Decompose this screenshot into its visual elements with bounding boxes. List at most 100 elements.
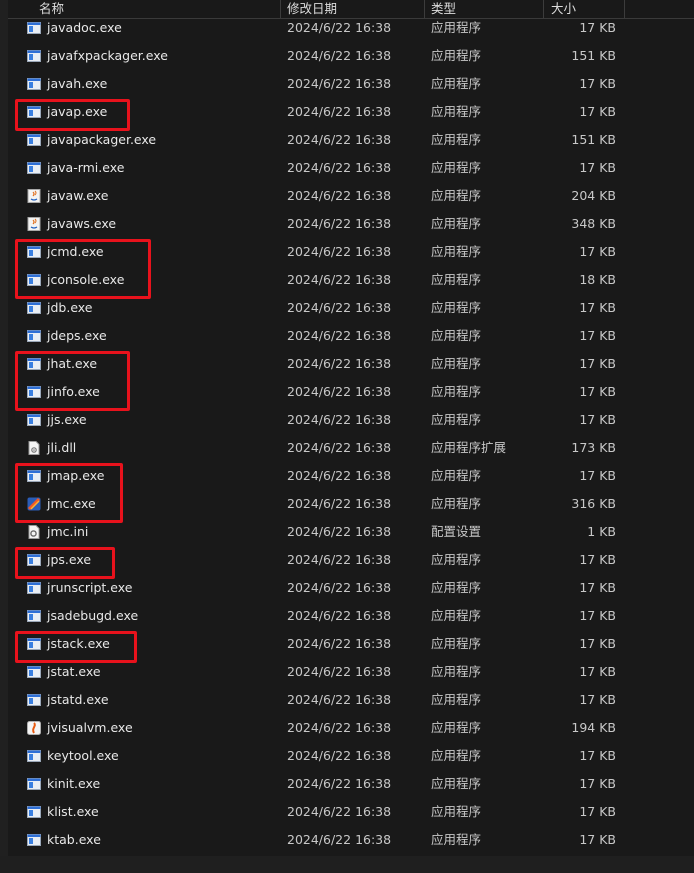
java-file-icon xyxy=(27,217,41,231)
executable-file-icon xyxy=(27,133,41,147)
file-type: 应用程序 xyxy=(431,76,482,91)
file-row[interactable]: javaw.exe 2024/6/22 16:38 应用程序 204 KB xyxy=(8,184,648,212)
file-type: 应用程序 xyxy=(431,216,482,231)
file-date: 2024/6/22 16:38 xyxy=(287,608,392,623)
file-type: 应用程序 xyxy=(431,496,482,511)
file-date: 2024/6/22 16:38 xyxy=(287,20,392,35)
file-type: 应用程序 xyxy=(431,412,482,427)
file-row[interactable]: jdeps.exe 2024/6/22 16:38 应用程序 17 KB xyxy=(8,324,648,352)
file-row[interactable]: kinit.exe 2024/6/22 16:38 应用程序 17 KB xyxy=(8,772,648,800)
executable-file-icon xyxy=(27,49,41,63)
file-type: 应用程序 xyxy=(431,20,482,35)
file-size: 17 KB xyxy=(579,104,616,119)
file-size: 151 KB xyxy=(571,48,616,63)
executable-file-icon xyxy=(27,805,41,819)
file-name: javapackager.exe xyxy=(47,132,157,147)
file-date: 2024/6/22 16:38 xyxy=(287,412,392,427)
file-row[interactable]: jconsole.exe 2024/6/22 16:38 应用程序 18 KB xyxy=(8,268,648,296)
file-type: 配置设置 xyxy=(431,524,482,539)
file-row[interactable]: jmap.exe 2024/6/22 16:38 应用程序 17 KB xyxy=(8,464,648,492)
file-name: jps.exe xyxy=(47,552,92,567)
file-size: 17 KB xyxy=(579,328,616,343)
file-date: 2024/6/22 16:38 xyxy=(287,244,392,259)
file-name: jsadebugd.exe xyxy=(47,608,139,623)
file-row[interactable]: jli.dll 2024/6/22 16:38 应用程序扩展 173 KB xyxy=(8,436,648,464)
file-row[interactable]: jdb.exe 2024/6/22 16:38 应用程序 17 KB xyxy=(8,296,648,324)
file-row[interactable]: javaws.exe 2024/6/22 16:38 应用程序 348 KB xyxy=(8,212,648,240)
file-row[interactable]: klist.exe 2024/6/22 16:38 应用程序 17 KB xyxy=(8,800,648,828)
executable-file-icon xyxy=(27,385,41,399)
file-row[interactable]: jps.exe 2024/6/22 16:38 应用程序 17 KB xyxy=(8,548,648,576)
file-type: 应用程序 xyxy=(431,552,482,567)
file-row[interactable]: ktab.exe 2024/6/22 16:38 应用程序 17 KB xyxy=(8,828,648,856)
config-file-icon xyxy=(27,525,41,539)
file-list-panel: 名称 修改日期 类型 大小 javadoc.exe 2024/6/22 16:38… xyxy=(0,0,694,873)
mission-control-icon xyxy=(27,497,41,511)
file-row[interactable]: javapackager.exe 2024/6/22 16:38 应用程序 151 K… xyxy=(8,128,648,156)
file-row[interactable]: jinfo.exe 2024/6/22 16:38 应用程序 17 KB xyxy=(8,380,648,408)
file-row[interactable]: javadoc.exe 2024/6/22 16:38 应用程序 17 KB xyxy=(8,16,648,44)
executable-file-icon xyxy=(27,553,41,567)
file-row[interactable]: javah.exe 2024/6/22 16:38 应用程序 17 KB xyxy=(8,72,648,100)
file-row[interactable]: jmc.exe 2024/6/22 16:38 应用程序 316 KB xyxy=(8,492,648,520)
file-type: 应用程序 xyxy=(431,160,482,175)
file-row[interactable]: jvisualvm.exe 2024/6/22 16:38 应用程序 194 KB xyxy=(8,716,648,744)
file-size: 173 KB xyxy=(571,440,616,455)
file-date: 2024/6/22 16:38 xyxy=(287,328,392,343)
file-date: 2024/6/22 16:38 xyxy=(287,216,392,231)
executable-file-icon xyxy=(27,273,41,287)
file-name: javap.exe xyxy=(47,104,108,119)
file-row[interactable]: jjs.exe 2024/6/22 16:38 应用程序 17 KB xyxy=(8,408,648,436)
file-name: java-rmi.exe xyxy=(47,160,125,175)
file-type: 应用程序 xyxy=(431,300,482,315)
file-date: 2024/6/22 16:38 xyxy=(287,188,392,203)
executable-file-icon xyxy=(27,77,41,91)
file-size: 17 KB xyxy=(579,580,616,595)
file-date: 2024/6/22 16:38 xyxy=(287,664,392,679)
file-size: 17 KB xyxy=(579,20,616,35)
file-row[interactable]: keytool.exe 2024/6/22 16:38 应用程序 17 KB xyxy=(8,744,648,772)
file-date: 2024/6/22 16:38 xyxy=(287,132,392,147)
executable-file-icon xyxy=(27,637,41,651)
file-name: javaws.exe xyxy=(47,216,117,231)
file-name: kinit.exe xyxy=(47,776,101,791)
file-name: jmc.ini xyxy=(47,524,89,539)
file-name: jstatd.exe xyxy=(47,692,109,707)
file-type: 应用程序 xyxy=(431,580,482,595)
file-size: 316 KB xyxy=(571,496,616,511)
file-row[interactable]: jcmd.exe 2024/6/22 16:38 应用程序 17 KB xyxy=(8,240,648,268)
file-type: 应用程序 xyxy=(431,636,482,651)
file-name: jmap.exe xyxy=(47,468,105,483)
file-row[interactable]: jmc.ini 2024/6/22 16:38 配置设置 1 KB xyxy=(8,520,648,548)
file-row[interactable]: jstatd.exe 2024/6/22 16:38 应用程序 17 KB xyxy=(8,688,648,716)
file-date: 2024/6/22 16:38 xyxy=(287,496,392,511)
file-row[interactable]: java-rmi.exe 2024/6/22 16:38 应用程序 17 KB xyxy=(8,156,648,184)
file-row[interactable]: jstack.exe 2024/6/22 16:38 应用程序 17 KB xyxy=(8,632,648,660)
file-row[interactable]: jstat.exe 2024/6/22 16:38 应用程序 17 KB xyxy=(8,660,648,688)
file-date: 2024/6/22 16:38 xyxy=(287,76,392,91)
file-row[interactable]: javafxpackager.exe 2024/6/22 16:38 应用程序 151… xyxy=(8,44,648,72)
file-name: jrunscript.exe xyxy=(47,580,133,595)
file-date: 2024/6/22 16:38 xyxy=(287,440,392,455)
file-date: 2024/6/22 16:38 xyxy=(287,384,392,399)
file-type: 应用程序 xyxy=(431,832,482,847)
file-name: jvisualvm.exe xyxy=(47,720,133,735)
file-type: 应用程序 xyxy=(431,664,482,679)
file-row[interactable]: jhat.exe 2024/6/22 16:38 应用程序 17 KB xyxy=(8,352,648,380)
file-row[interactable]: jsadebugd.exe 2024/6/22 16:38 应用程序 17 KB xyxy=(8,604,648,632)
file-name: jdeps.exe xyxy=(47,328,107,343)
file-date: 2024/6/22 16:38 xyxy=(287,832,392,847)
file-name: jhat.exe xyxy=(47,356,98,371)
file-size: 17 KB xyxy=(579,412,616,427)
executable-file-icon xyxy=(27,469,41,483)
file-size: 17 KB xyxy=(579,636,616,651)
file-size: 1 KB xyxy=(587,524,616,539)
file-size: 348 KB xyxy=(571,216,616,231)
file-date: 2024/6/22 16:38 xyxy=(287,104,392,119)
file-name: jjs.exe xyxy=(47,412,87,427)
file-row[interactable]: jrunscript.exe 2024/6/22 16:38 应用程序 17 KB xyxy=(8,576,648,604)
file-row[interactable]: javap.exe 2024/6/22 16:38 应用程序 17 KB xyxy=(8,100,648,128)
visualvm-icon xyxy=(27,721,41,735)
file-name: jmc.exe xyxy=(47,496,96,511)
file-date: 2024/6/22 16:38 xyxy=(287,720,392,735)
